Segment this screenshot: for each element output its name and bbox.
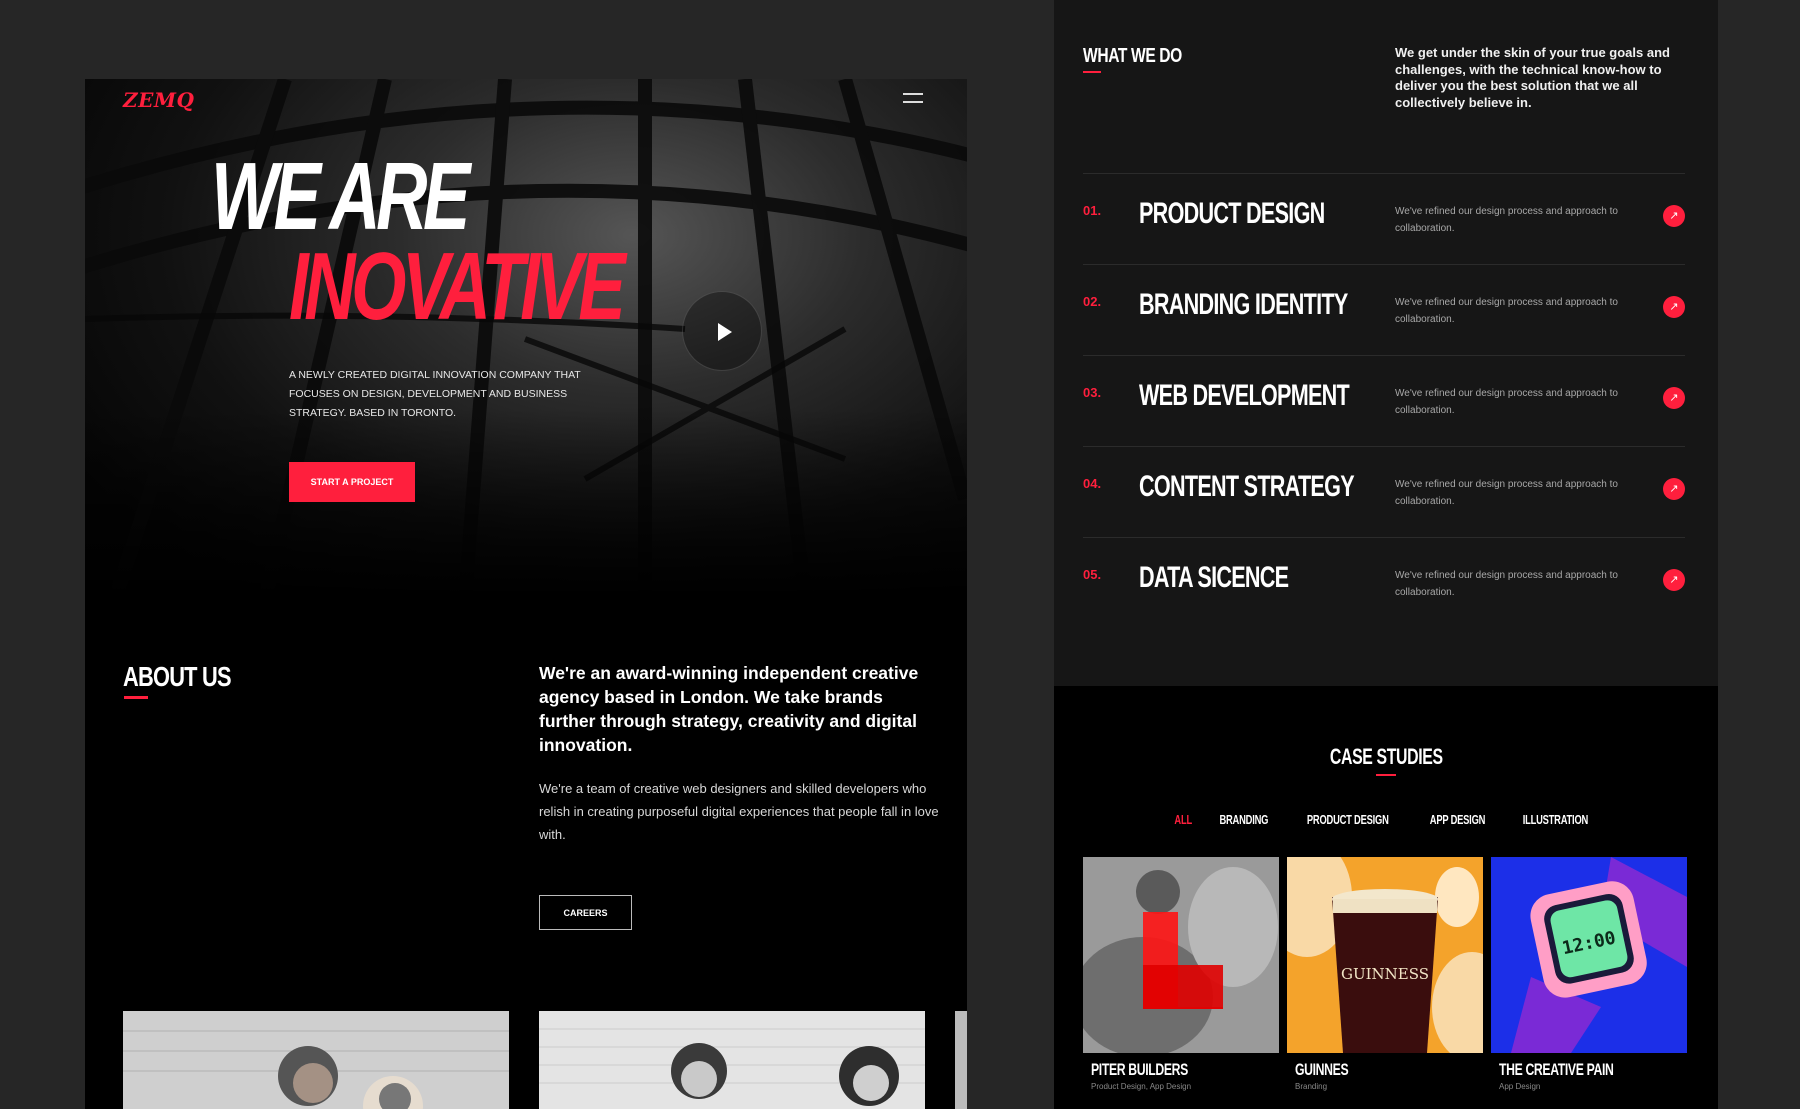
service-title[interactable]: WEB DEVELOPMENT (1139, 379, 1350, 413)
hamburger-icon[interactable] (903, 93, 923, 103)
arrow-up-right-icon[interactable]: ↗ (1663, 387, 1685, 409)
service-title[interactable]: DATA SICENCE (1139, 561, 1289, 595)
service-number: 03. (1083, 385, 1102, 400)
case-image-text: GUINNESS (1341, 965, 1429, 983)
hero-description: A NEWLY CREATED DIGITAL INNOVATION COMPA… (289, 369, 581, 419)
about-lead-text: We're an award-winning independent creat… (539, 663, 919, 755)
service-description: We've refined our design process and app… (1395, 297, 1618, 325)
case-studies-underline (1376, 774, 1396, 776)
arrow-up-right-icon[interactable]: ↗ (1663, 205, 1685, 227)
about-title-underline (124, 696, 148, 699)
filter-tab-branding[interactable]: BRANDING (1219, 812, 1268, 827)
case-image-guinnes[interactable]: GUINNESS (1287, 857, 1483, 1053)
service-title[interactable]: BRANDING IDENTITY (1139, 288, 1348, 322)
case-title[interactable]: THE CREATIVE PAIN (1499, 1060, 1614, 1080)
case-studies-title-text: CASE STUDIES (1329, 744, 1443, 769)
brand-logo[interactable]: ZEMQ (123, 88, 194, 112)
service-number: 05. (1083, 567, 1102, 582)
what-we-do-intro: We get under the skin of your true goals… (1395, 45, 1670, 110)
team-photo-1 (123, 1011, 509, 1109)
filter-tab-app-design[interactable]: APP DESIGN (1430, 812, 1486, 827)
about-title: ABOUT US (123, 661, 232, 692)
service-title[interactable]: CONTENT STRATEGY (1139, 470, 1355, 504)
about-body-text: We're a team of creative web designers a… (539, 781, 939, 842)
hero-headline-line-2: INOVATIVE (289, 233, 626, 340)
service-row[interactable]: 03. WEB DEVELOPMENT We've refined our de… (1083, 355, 1685, 446)
case-image-creative-pain[interactable]: 12:00 (1491, 857, 1687, 1053)
service-number: 02. (1083, 294, 1102, 309)
service-title[interactable]: PRODUCT DESIGN (1139, 197, 1325, 231)
filter-tab-illustration[interactable]: ILLUSTRATION (1523, 812, 1589, 827)
service-row[interactable]: 01. PRODUCT DESIGN We've refined our des… (1083, 173, 1685, 264)
start-project-button[interactable]: START A PROJECT (289, 462, 415, 502)
service-description: We've refined our design process and app… (1395, 388, 1618, 416)
case-title[interactable]: GUINNES (1295, 1060, 1349, 1080)
hero-headline-line-1: WE ARE (211, 143, 470, 250)
team-photo-3 (955, 1011, 967, 1109)
arrow-up-right-icon[interactable]: ↗ (1663, 478, 1685, 500)
service-number: 01. (1083, 203, 1102, 218)
case-tags: App Design (1499, 1082, 1541, 1091)
what-we-do-section: WHAT WE DO We get under the skin of your… (1054, 0, 1718, 686)
play-video-button[interactable] (682, 291, 762, 371)
arrow-up-right-icon[interactable]: ↗ (1663, 569, 1685, 591)
case-studies-title: CASE STUDIES (1054, 744, 1718, 770)
what-we-do-title: WHAT WE DO (1083, 45, 1182, 67)
service-description: We've refined our design process and app… (1395, 206, 1618, 234)
service-description: We've refined our design process and app… (1395, 570, 1618, 598)
landing-page-left: ZEMQ WE ARE INOVATIVE A NEWLY CREATED DI… (85, 79, 967, 1109)
filter-tab-all[interactable]: ALL (1175, 812, 1193, 827)
case-title[interactable]: PITER BUILDERS (1091, 1060, 1188, 1080)
what-we-do-underline (1083, 71, 1101, 73)
service-description: We've refined our design process and app… (1395, 479, 1618, 507)
service-row[interactable]: 05. DATA SICENCE We've refined our desig… (1083, 537, 1685, 628)
case-studies-section: CASE STUDIES ALL BRANDING PRODUCT DESIGN… (1054, 686, 1718, 1109)
hero-section: ZEMQ WE ARE INOVATIVE A NEWLY CREATED DI… (85, 79, 967, 599)
case-filter-tabs: ALL BRANDING PRODUCT DESIGN APP DESIGN I… (1054, 812, 1718, 827)
service-number: 04. (1083, 476, 1102, 491)
case-image-piter-builders[interactable] (1083, 857, 1279, 1053)
filter-tab-product-design[interactable]: PRODUCT DESIGN (1307, 812, 1389, 827)
service-row[interactable]: 02. BRANDING IDENTITY We've refined our … (1083, 264, 1685, 355)
careers-button[interactable]: CAREERS (539, 895, 632, 930)
team-photo-2 (539, 1011, 925, 1109)
case-tags: Product Design, App Design (1091, 1082, 1192, 1091)
arrow-up-right-icon[interactable]: ↗ (1663, 296, 1685, 318)
play-icon (718, 323, 732, 341)
service-row[interactable]: 04. CONTENT STRATEGY We've refined our d… (1083, 446, 1685, 537)
case-tags: Branding (1295, 1082, 1328, 1091)
